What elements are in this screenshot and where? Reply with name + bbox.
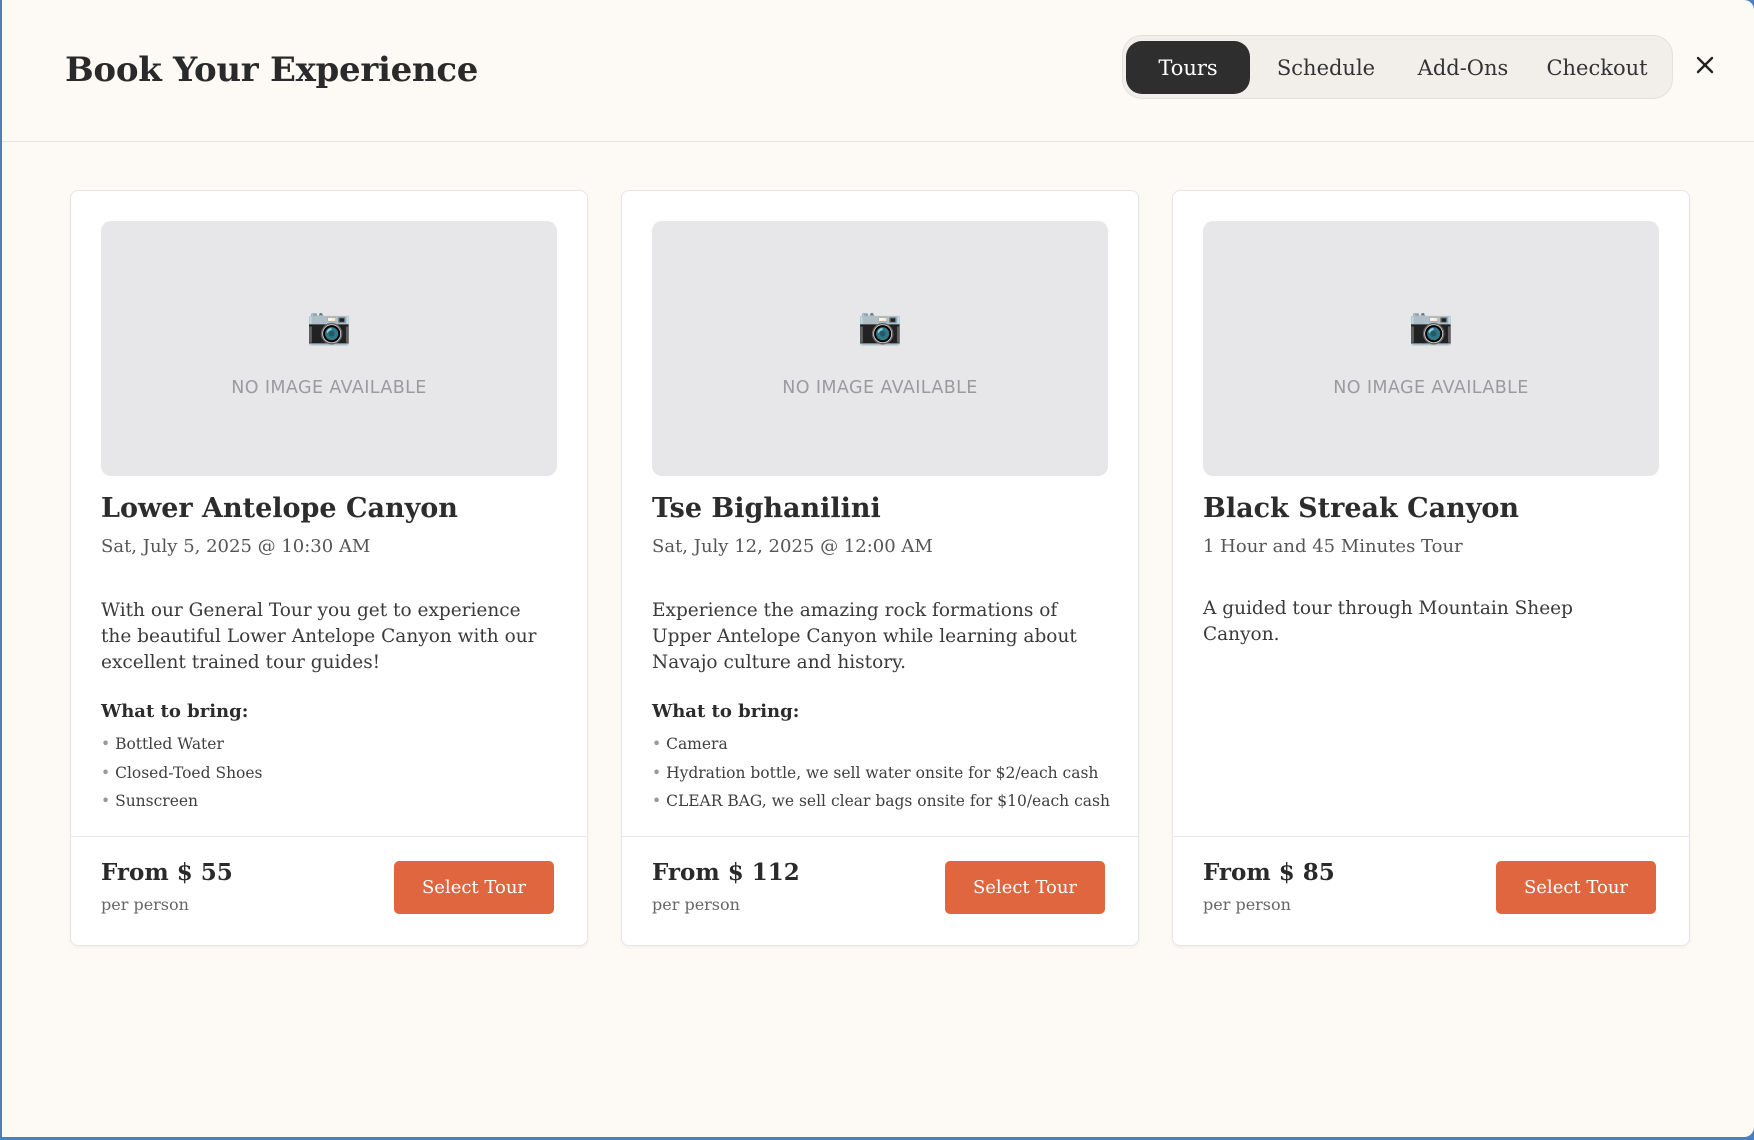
- list-item: Sunscreen: [101, 792, 263, 821]
- card-footer: From $ 85 per person Select Tour: [1173, 836, 1689, 946]
- price-unit: per person: [101, 895, 189, 914]
- tour-image-placeholder: 📷 NO IMAGE AVAILABLE: [652, 221, 1108, 476]
- card-footer: From $ 55 per person Select Tour: [71, 836, 587, 946]
- tour-duration: 1 Hour and 45 Minutes Tour: [1203, 536, 1463, 557]
- price-unit: per person: [1203, 895, 1291, 914]
- tour-date: Sat, July 5, 2025 @ 10:30 AM: [101, 536, 371, 557]
- list-item: Camera: [652, 735, 1110, 764]
- tour-price: From $ 85: [1203, 859, 1335, 886]
- tour-price: From $ 55: [101, 859, 233, 886]
- tour-card-tse-bighanilini: 📷 NO IMAGE AVAILABLE Tse Bighanilini Sat…: [621, 190, 1139, 946]
- card-footer: From $ 112 per person Select Tour: [622, 836, 1138, 946]
- camera-icon: 📷: [857, 306, 903, 347]
- tab-checkout[interactable]: Checkout: [1534, 41, 1660, 94]
- booking-modal: Book Your Experience Tours Schedule Add-…: [2, 0, 1754, 1137]
- tour-name: Lower Antelope Canyon: [101, 493, 458, 524]
- tab-schedule[interactable]: Schedule: [1260, 41, 1392, 94]
- no-image-label: NO IMAGE AVAILABLE: [231, 378, 427, 398]
- modal-header: Book Your Experience Tours Schedule Add-…: [2, 0, 1754, 142]
- page-title: Book Your Experience: [65, 50, 479, 90]
- list-item: Closed-Toed Shoes: [101, 764, 262, 793]
- tour-image-placeholder: 📷 NO IMAGE AVAILABLE: [101, 221, 557, 476]
- tour-price: From $ 112: [652, 859, 800, 886]
- what-to-bring-list: Camera Hydration bottle, we sell water o…: [652, 735, 1110, 821]
- tour-name: Black Streak Canyon: [1203, 493, 1520, 524]
- what-to-bring-heading: What to bring:: [652, 701, 800, 722]
- no-image-label: NO IMAGE AVAILABLE: [782, 378, 978, 398]
- select-tour-button[interactable]: Select Tour: [1496, 861, 1656, 914]
- tour-card-black-streak: 📷 NO IMAGE AVAILABLE Black Streak Canyon…: [1172, 190, 1690, 946]
- what-to-bring-list: Bottled Water Closed-Toed Shoes Sunscree…: [101, 735, 263, 821]
- tour-description: With our General Tour you get to experie…: [101, 600, 537, 673]
- price-unit: per person: [652, 895, 740, 914]
- select-tour-button[interactable]: Select Tour: [945, 861, 1105, 914]
- step-tabs: Tours Schedule Add-Ons Checkout: [1122, 35, 1673, 99]
- camera-icon: 📷: [306, 306, 352, 347]
- close-icon[interactable]: [1690, 50, 1720, 80]
- tour-description: Experience the amazing rock formations o…: [652, 600, 1077, 673]
- tour-image-placeholder: 📷 NO IMAGE AVAILABLE: [1203, 221, 1659, 476]
- tour-card-lower-antelope: 📷 NO IMAGE AVAILABLE Lower Antelope Cany…: [70, 190, 588, 946]
- tour-name: Tse Bighanilini: [652, 493, 881, 524]
- list-item: Bottled Water: [101, 735, 263, 764]
- camera-icon: 📷: [1408, 306, 1454, 347]
- tour-description: A guided tour through Mountain Sheep Can…: [1203, 598, 1573, 645]
- list-item: Hydration bottle, we sell water onsite f…: [652, 764, 1110, 793]
- no-image-label: NO IMAGE AVAILABLE: [1333, 378, 1529, 398]
- list-item: CLEAR BAG, we sell clear bags onsite for…: [652, 792, 1110, 821]
- select-tour-button[interactable]: Select Tour: [394, 861, 554, 914]
- what-to-bring-heading: What to bring:: [101, 701, 249, 722]
- tour-date: Sat, July 12, 2025 @ 12:00 AM: [652, 536, 933, 557]
- tab-tours[interactable]: Tours: [1126, 41, 1250, 94]
- tab-add-ons[interactable]: Add-Ons: [1402, 41, 1524, 94]
